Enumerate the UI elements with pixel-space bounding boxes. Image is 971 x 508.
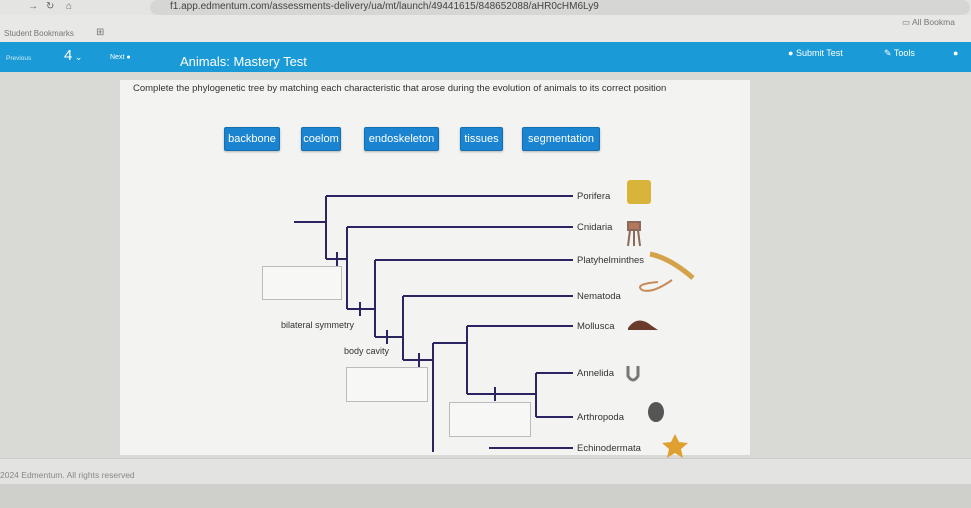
branch-mollusca [466,325,573,395]
branch-annelida-arthropoda [535,372,573,418]
taxon-annelida: Annelida [577,368,614,379]
drop-target-1[interactable] [262,266,342,300]
copyright: 2024 Edmentum. All rights reserved [0,470,135,480]
label-bilateral-symmetry: bilateral symmetry [281,320,355,330]
organism-images [626,180,695,458]
snail-image [628,320,658,330]
label-body-cavity: body cavity [344,346,390,356]
annelid-image [626,366,640,382]
branch-nematoda [402,295,573,361]
footer: 2024 Edmentum. All rights reserved [0,458,971,484]
taxon-arthropoda: Arthropoda [577,412,625,423]
taxon-porifera: Porifera [577,191,611,202]
beetle-image [648,402,664,422]
taxon-echinodermata: Echinodermata [577,443,641,454]
drop-target-3[interactable] [449,402,531,437]
nematode-image [639,279,673,292]
taxon-nematoda: Nematoda [577,291,621,302]
taxon-platyhelminthes: Platyhelminthes [577,255,645,266]
taxon-cnidaria: Cnidaria [577,222,613,233]
flatworm-image [649,251,695,280]
drop-target-2[interactable] [346,367,428,402]
bottom-area [0,484,971,508]
sponge-image [627,180,651,204]
jellyfish-image [627,221,641,247]
taxon-mollusca: Mollusca [577,321,615,332]
starfish-image [662,434,688,458]
branch-root [294,196,347,260]
